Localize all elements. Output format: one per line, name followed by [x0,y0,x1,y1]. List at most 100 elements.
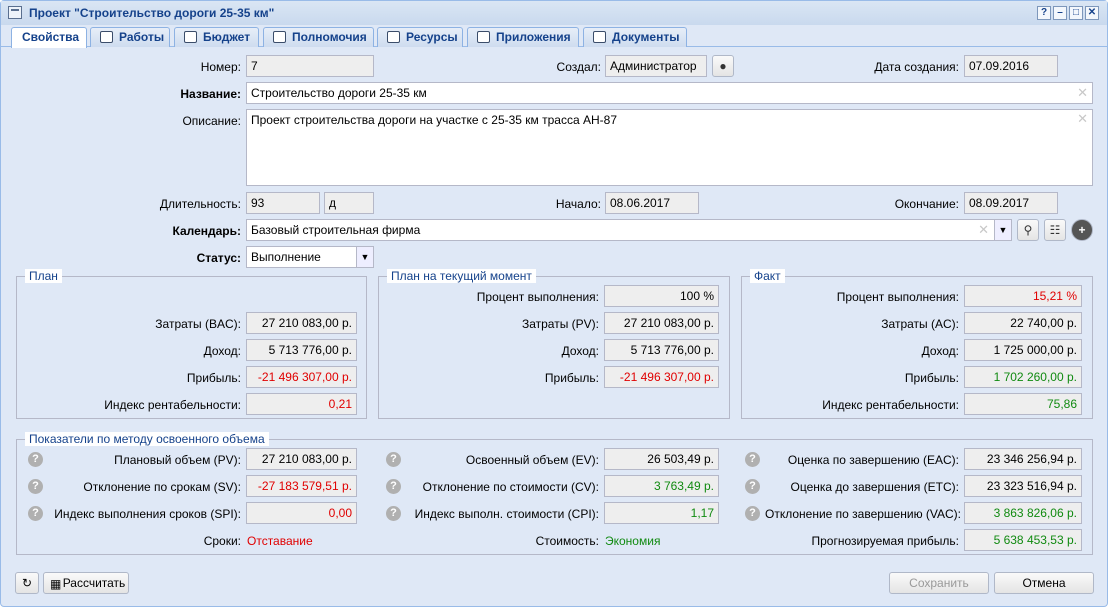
created-by-field[interactable]: Администратор [605,55,707,77]
cv-field[interactable]: 3 763,49 р. [604,475,719,497]
plan-cost-field[interactable]: 27 210 083,00 р. [246,312,357,334]
clear-icon[interactable]: ✕ [1077,110,1088,128]
calendar-icon[interactable]: ☷ [1044,219,1066,241]
help-icon[interactable]: ? [28,479,43,494]
plan-income-label: Доход: [203,344,241,358]
fact-pct-field[interactable]: 15,21 % [964,285,1082,307]
calculator-icon: ▦ [50,577,62,591]
spi-field[interactable]: 0,00 [246,502,357,524]
clear-icon[interactable]: ✕ [1077,83,1088,103]
help-icon[interactable]: ? [386,506,401,521]
tab-bar: Свойства Работы Бюджет Полномочия Ресурс… [1,25,1107,48]
help-icon[interactable]: ? [745,506,760,521]
calculate-button[interactable]: ▦ Рассчитать [43,572,129,594]
close-button[interactable]: ✕ [1085,6,1099,20]
help-icon[interactable]: ? [28,506,43,521]
description-label: Описание: [182,114,241,128]
search-icon[interactable]: ⚲ [1017,219,1039,241]
tab-permissions[interactable]: Полномочия [263,27,374,47]
help-icon[interactable]: ? [28,452,43,467]
resources-icon [387,31,400,43]
created-by-label: Создал: [556,60,601,74]
sv-field[interactable]: -27 183 579,51 р. [246,475,357,497]
forecast-label: Прогнозируемая прибыль: [811,534,959,548]
permissions-icon [273,31,286,43]
current-profit-field[interactable]: -21 496 307,00 р. [604,366,719,388]
plan-cost-label: Затраты (BAC): [155,317,241,331]
maximize-button[interactable]: □ [1069,6,1083,20]
vac-field[interactable]: 3 863 826,06 р. [964,502,1082,524]
current-pct-field[interactable]: 100 % [604,285,719,307]
plan-profit-field[interactable]: -21 496 307,00 р. [246,366,357,388]
tab-attachments-label: Приложения [496,30,571,44]
vac-label: Отклонение по завершению (VAC): [765,507,962,521]
sv-label: Отклонение по срокам (SV): [83,480,241,494]
fact-profit-field[interactable]: 1 702 260,00 р. [964,366,1082,388]
number-field[interactable]: 7 [246,55,374,77]
calculate-label: Рассчитать [62,576,126,590]
name-value: Строительство дороги 25-35 км [251,86,427,100]
help-icon[interactable]: ? [386,452,401,467]
help-button[interactable]: ? [1037,6,1051,20]
start-label: Начало: [555,197,601,211]
tab-attachments[interactable]: Приложения [467,27,579,47]
minimize-button[interactable]: – [1053,6,1067,20]
help-icon[interactable]: ? [386,479,401,494]
ev-field[interactable]: 26 503,49 р. [604,448,719,470]
name-label: Название: [180,87,241,101]
tab-documents-label: Документы [612,30,680,44]
fact-index-field[interactable]: 75,86 [964,393,1082,415]
fact-cost-label: Затраты (AC): [881,317,959,331]
chevron-down-icon[interactable]: ▼ [994,220,1011,240]
tab-properties[interactable]: Свойства [11,27,87,48]
eac-label: Оценка по завершению (EAC): [787,453,959,467]
plan-income-field[interactable]: 5 713 776,00 р. [246,339,357,361]
cost-status-value: Экономия [605,534,661,548]
name-input[interactable]: Строительство дороги 25-35 км ✕ [246,82,1093,104]
add-icon[interactable]: + [1071,219,1093,241]
user-icon[interactable]: ● [712,55,734,77]
start-field[interactable]: 08.06.2017 [605,192,699,214]
pv-field[interactable]: 27 210 083,00 р. [246,448,357,470]
title-bar: Проект "Строительство дороги 25-35 км" ?… [1,1,1107,25]
tab-resources[interactable]: Ресурсы [377,27,463,47]
status-label: Статус: [196,251,241,265]
tab-budget[interactable]: Бюджет [174,27,259,47]
current-cost-field[interactable]: 27 210 083,00 р. [604,312,719,334]
tab-works-label: Работы [119,30,165,44]
tab-resources-label: Ресурсы [406,30,458,44]
tab-budget-label: Бюджет [203,30,251,44]
window-title: Проект "Строительство дороги 25-35 км" [29,6,275,20]
etc-field[interactable]: 23 323 516,94 р. [964,475,1082,497]
cpi-field[interactable]: 1,17 [604,502,719,524]
calendar-value: Базовый строительная фирма [251,223,421,237]
calendar-select[interactable]: Базовый строительная фирма ✕ ▼ [246,219,1012,241]
tab-permissions-label: Полномочия [292,30,367,44]
end-field[interactable]: 08.09.2017 [964,192,1058,214]
status-select[interactable]: Выполнение ▼ [246,246,374,268]
refresh-icon[interactable]: ↻ [15,572,39,594]
duration-label: Длительность: [159,197,241,211]
plan-index-field[interactable]: 0,21 [246,393,357,415]
help-icon[interactable]: ? [745,452,760,467]
chevron-down-icon[interactable]: ▼ [356,247,373,267]
eac-field[interactable]: 23 346 256,94 р. [964,448,1082,470]
clear-icon[interactable]: ✕ [978,220,989,240]
fact-income-field[interactable]: 1 725 000,00 р. [964,339,1082,361]
cpi-label: Индекс выполн. стоимости (CPI): [414,507,599,521]
tab-works[interactable]: Работы [90,27,170,47]
duration-unit-field[interactable]: д [324,192,374,214]
tab-documents[interactable]: Документы [583,27,687,47]
spi-label: Индекс выполнения сроков (SPI): [54,507,241,521]
cancel-button[interactable]: Отмена [994,572,1094,594]
fact-cost-field[interactable]: 22 740,00 р. [964,312,1082,334]
duration-field[interactable]: 93 [246,192,320,214]
current-income-field[interactable]: 5 713 776,00 р. [604,339,719,361]
description-input[interactable]: Проект строительства дороги на участке с… [246,109,1093,186]
forecast-field[interactable]: 5 638 453,53 р. [964,529,1082,551]
help-icon[interactable]: ? [745,479,760,494]
created-date-field[interactable]: 07.09.2016 [964,55,1058,77]
current-income-label: Доход: [561,344,599,358]
save-button[interactable]: Сохранить [889,572,989,594]
etc-label: Оценка до завершения (ETC): [790,480,959,494]
